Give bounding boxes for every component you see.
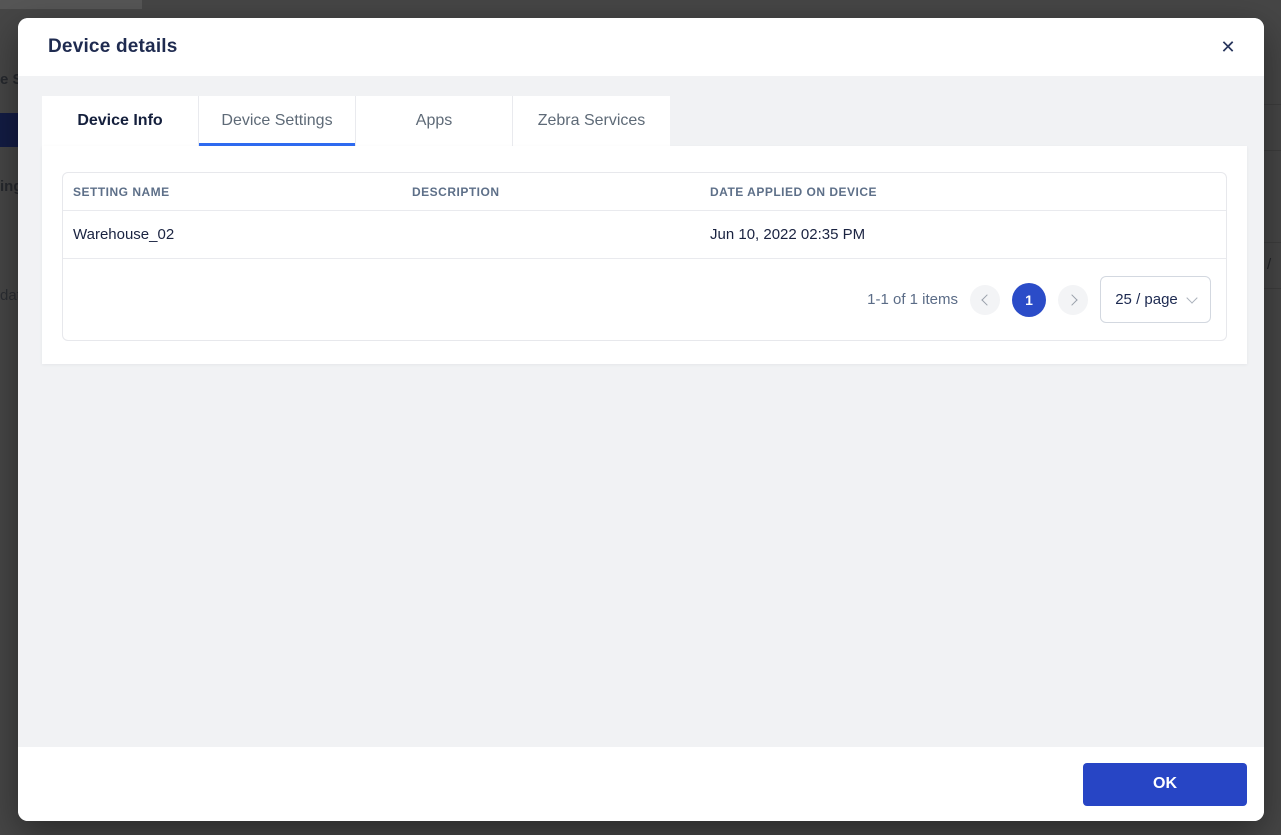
background-text-fragment: / — [1267, 256, 1272, 273]
page-size-select[interactable]: 25 / page — [1100, 276, 1211, 323]
tab-label: Zebra Services — [537, 112, 646, 129]
current-page-number: 1 — [1025, 291, 1033, 308]
column-header-setting-name: SETTING NAME — [73, 184, 170, 199]
setting-name-cell: Warehouse_02 — [73, 226, 175, 243]
background-divider — [1264, 150, 1281, 151]
page-1-button[interactable]: 1 — [1012, 282, 1046, 317]
pagination: 1-1 of 1 items 1 25 / page — [63, 259, 1226, 340]
tab-label: Device Settings — [221, 112, 333, 129]
chevron-down-icon — [1186, 292, 1198, 304]
pagination-summary: 1-1 of 1 items — [867, 291, 958, 308]
prev-page-button[interactable] — [970, 284, 1000, 315]
chevron-right-icon — [1065, 293, 1078, 306]
chevron-left-icon — [980, 293, 993, 306]
tab-zebra-services[interactable]: Zebra Services — [513, 96, 670, 146]
table-header-row: SETTING NAME DESCRIPTION DATE APPLIED ON… — [63, 173, 1226, 211]
tab-bar: Device Info Device Settings Apps Zebra S… — [42, 96, 670, 146]
table-row: Warehouse_02 Jun 10, 2022 02:35 PM — [63, 211, 1226, 259]
device-details-modal: Device details ✕ Device Info Device Sett… — [18, 18, 1264, 821]
tab-label: Apps — [415, 112, 453, 129]
background-divider — [1264, 104, 1281, 105]
ok-button[interactable]: OK — [1083, 762, 1247, 806]
device-settings-table: SETTING NAME DESCRIPTION DATE APPLIED ON… — [62, 172, 1227, 341]
next-page-button[interactable] — [1058, 284, 1088, 315]
tab-label: Device Info — [77, 112, 163, 129]
background-selected-nav-fragment — [0, 113, 18, 147]
column-header-description: DESCRIPTION — [412, 184, 500, 199]
close-icon[interactable]: ✕ — [1214, 33, 1242, 61]
page-title: Device details — [48, 36, 178, 57]
background-divider — [1264, 242, 1281, 243]
page-size-value: 25 / page — [1115, 291, 1178, 308]
tab-device-info[interactable]: Device Info — [42, 96, 199, 146]
tab-device-settings[interactable]: Device Settings — [199, 96, 356, 146]
background-divider — [1264, 288, 1281, 289]
modal-footer: OK — [18, 747, 1264, 821]
tab-apps[interactable]: Apps — [356, 96, 513, 146]
tab-content-panel: SETTING NAME DESCRIPTION DATE APPLIED ON… — [42, 146, 1247, 364]
background-browser-strip — [0, 0, 142, 9]
date-applied-cell: Jun 10, 2022 02:35 PM — [710, 226, 866, 243]
modal-header: Device details ✕ — [18, 18, 1264, 76]
column-header-date-applied: DATE APPLIED ON DEVICE — [710, 184, 878, 199]
